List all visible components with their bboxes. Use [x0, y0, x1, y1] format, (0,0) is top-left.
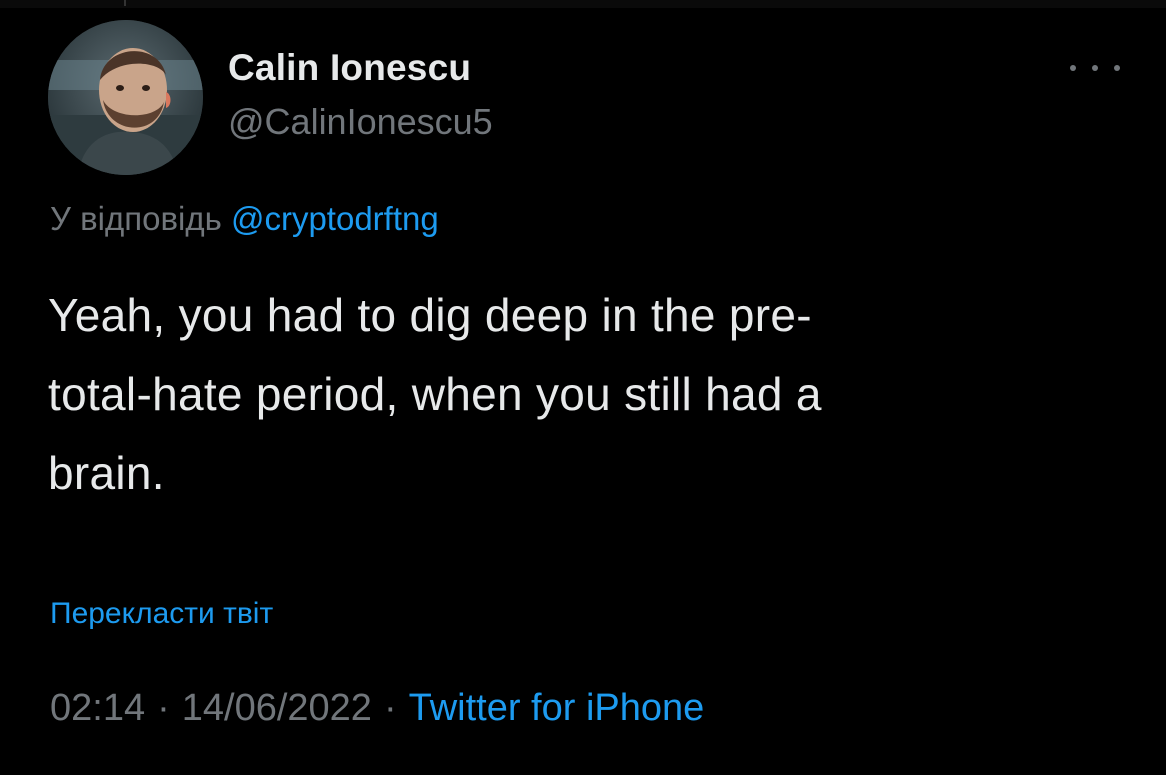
- top-edge: [0, 0, 1166, 8]
- ellipsis-icon: [1070, 65, 1076, 71]
- tweet-time[interactable]: 02:14: [50, 687, 145, 729]
- reply-mention-link[interactable]: @cryptodrftng: [231, 200, 439, 237]
- tweet-date[interactable]: 14/06/2022: [182, 687, 372, 729]
- avatar[interactable]: [48, 20, 203, 175]
- more-options-button[interactable]: [1070, 56, 1120, 80]
- tweet-detail: Calin Ionescu @CalinIonescu5 У відповідь…: [0, 0, 1166, 775]
- tweet-meta: 02:14 · 14/06/2022 · Twitter for iPhone: [50, 684, 704, 732]
- tweet-text: Yeah, you had to dig deep in the pre- to…: [48, 276, 1128, 513]
- ellipsis-icon: [1092, 65, 1098, 71]
- tweet-text-line: Yeah, you had to dig deep in the pre-: [48, 289, 812, 341]
- tweet-source-link[interactable]: Twitter for iPhone: [409, 687, 705, 729]
- tweet-text-line: brain.: [48, 447, 165, 499]
- meta-separator: ·: [383, 687, 397, 729]
- avatar-photo: [48, 20, 203, 175]
- tweet-text-line: total-hate period, when you still had a: [48, 368, 822, 420]
- author-block: Calin Ionescu @CalinIonescu5: [228, 46, 493, 144]
- meta-separator: ·: [157, 687, 170, 729]
- top-edge-mark: [124, 0, 126, 6]
- ellipsis-icon: [1114, 65, 1120, 71]
- reply-context: У відповідь @cryptodrftng: [50, 196, 439, 242]
- translate-tweet-link[interactable]: Перекласти твіт: [50, 594, 273, 634]
- reply-prefix: У відповідь: [50, 200, 222, 237]
- author-handle[interactable]: @CalinIonescu5: [228, 100, 493, 144]
- author-display-name[interactable]: Calin Ionescu: [228, 46, 493, 90]
